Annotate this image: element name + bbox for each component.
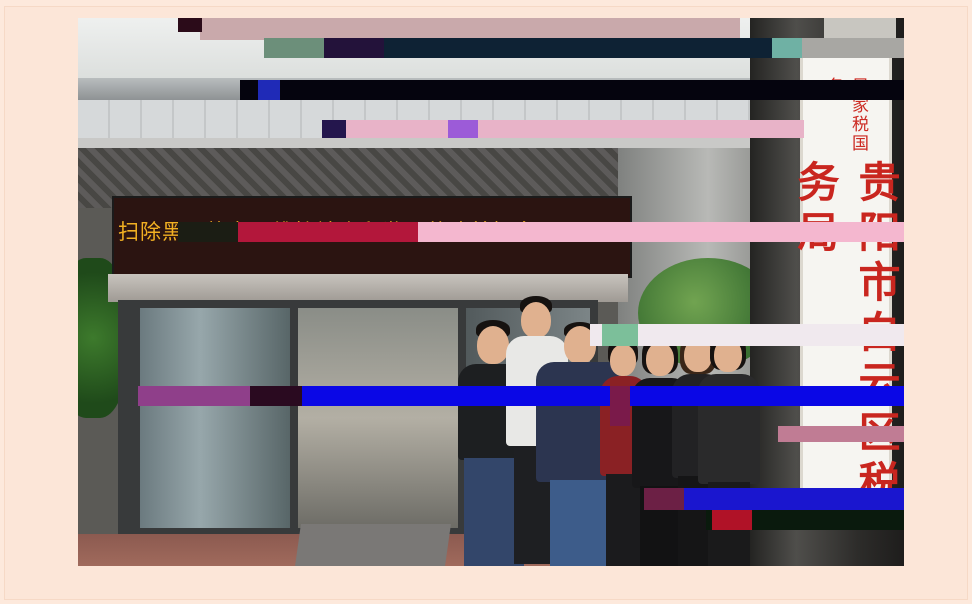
- group-photo: 扫除黑恶势力，维护社会和谐，共建美好白云 局家税国务 贵阳市白云区税务局: [78, 18, 904, 566]
- glitch-band: [322, 120, 346, 138]
- glitch-band: [322, 120, 804, 138]
- glitch-band: [138, 386, 250, 406]
- building-rail: [78, 138, 758, 148]
- entrance-mat: [295, 524, 451, 566]
- glitch-band: [258, 80, 280, 100]
- glitch-band: [610, 386, 630, 426]
- glitch-band: [324, 38, 384, 58]
- glitch-band: [802, 38, 904, 58]
- glitch-band: [602, 324, 638, 346]
- glitch-band: [240, 80, 904, 100]
- glitch-band: [200, 18, 740, 40]
- glitch-band: [778, 426, 904, 442]
- glitch-band: [178, 222, 238, 242]
- glitch-band: [238, 222, 418, 242]
- signboard: 局家税国务 贵阳市白云区税务局: [791, 50, 901, 528]
- glitch-band: [264, 38, 324, 58]
- glitch-band: [712, 510, 752, 530]
- glitch-band: [250, 386, 302, 406]
- glitch-band: [448, 120, 478, 138]
- glitch-band: [178, 18, 202, 32]
- glitch-band: [644, 488, 684, 510]
- person-7: [696, 330, 762, 566]
- glass-door-left: [140, 308, 290, 528]
- glitch-band: [772, 38, 802, 58]
- glass-door-center: [298, 308, 458, 528]
